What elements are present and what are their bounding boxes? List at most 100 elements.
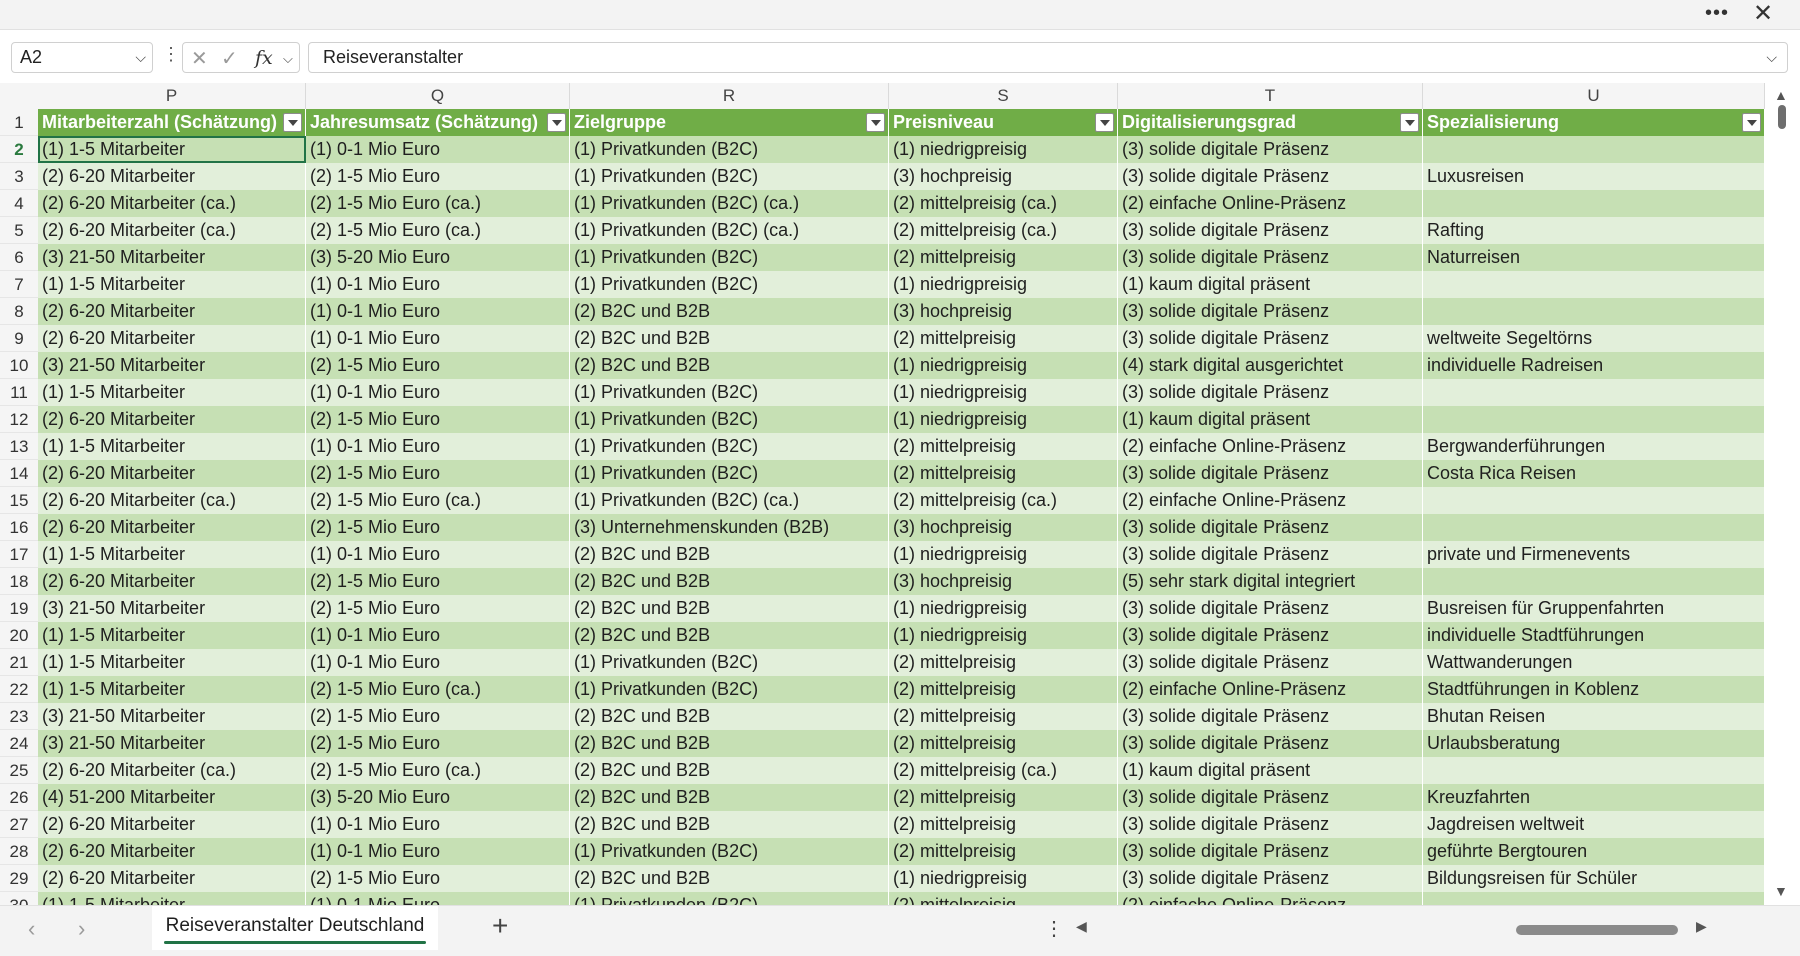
- table-cell[interactable]: [1423, 568, 1765, 595]
- table-cell[interactable]: (3) 5-20 Mio Euro: [306, 244, 570, 271]
- close-icon[interactable]: ✕: [1748, 2, 1778, 26]
- table-cell[interactable]: private und Firmenevents: [1423, 541, 1765, 568]
- vertical-dots-icon[interactable]: ⋮: [1044, 916, 1064, 941]
- table-cell[interactable]: (2) 6-20 Mitarbeiter: [38, 460, 306, 487]
- scroll-down-icon[interactable]: ▼: [1774, 883, 1788, 899]
- table-cell[interactable]: (2) mittelpreisig (ca.): [889, 757, 1118, 784]
- table-cell[interactable]: (2) 6-20 Mitarbeiter: [38, 568, 306, 595]
- table-cell[interactable]: (1) Privatkunden (B2C) (ca.): [570, 190, 889, 217]
- more-options-icon[interactable]: •••: [1702, 2, 1732, 26]
- table-cell[interactable]: (3) solide digitale Präsenz: [1118, 784, 1423, 811]
- table-cell[interactable]: (2) B2C und B2B: [570, 352, 889, 379]
- table-cell[interactable]: (1) niedrigpreisig: [889, 595, 1118, 622]
- table-cell[interactable]: (3) 21-50 Mitarbeiter: [38, 595, 306, 622]
- table-cell[interactable]: (2) 1-5 Mio Euro: [306, 730, 570, 757]
- table-cell[interactable]: (3) solide digitale Präsenz: [1118, 298, 1423, 325]
- table-cell[interactable]: (1) 0-1 Mio Euro: [306, 811, 570, 838]
- table-cell[interactable]: (3) solide digitale Präsenz: [1118, 865, 1423, 892]
- table-cell[interactable]: geführte Bergtouren: [1423, 838, 1765, 865]
- sheet-tab[interactable]: Reiseveranstalter Deutschland: [152, 906, 438, 950]
- expand-formula-icon[interactable]: ⌵: [1766, 43, 1777, 72]
- table-cell[interactable]: (2) 6-20 Mitarbeiter: [38, 298, 306, 325]
- row-header[interactable]: 10: [0, 352, 38, 379]
- table-cell[interactable]: (3) 5-20 Mio Euro: [306, 784, 570, 811]
- table-cell[interactable]: (2) 1-5 Mio Euro (ca.): [306, 676, 570, 703]
- table-cell[interactable]: (2) einfache Online-Präsenz: [1118, 190, 1423, 217]
- filter-dropdown-icon[interactable]: [283, 113, 302, 132]
- table-cell[interactable]: (2) 6-20 Mitarbeiter: [38, 325, 306, 352]
- table-cell[interactable]: (3) solide digitale Präsenz: [1118, 163, 1423, 190]
- table-cell[interactable]: (3) solide digitale Präsenz: [1118, 460, 1423, 487]
- table-cell[interactable]: (2) B2C und B2B: [570, 703, 889, 730]
- row-header[interactable]: 21: [0, 649, 38, 676]
- table-cell[interactable]: (2) B2C und B2B: [570, 325, 889, 352]
- table-cell[interactable]: (1) Privatkunden (B2C): [570, 379, 889, 406]
- table-cell[interactable]: (1) niedrigpreisig: [889, 352, 1118, 379]
- table-cell[interactable]: (2) mittelpreisig: [889, 730, 1118, 757]
- chevron-down-icon[interactable]: ⌵: [283, 51, 293, 67]
- table-cell[interactable]: (2) 6-20 Mitarbeiter: [38, 514, 306, 541]
- table-cell[interactable]: (2) 1-5 Mio Euro: [306, 352, 570, 379]
- table-cell[interactable]: (3) hochpreisig: [889, 514, 1118, 541]
- row-header[interactable]: 24: [0, 730, 38, 757]
- row-header[interactable]: 20: [0, 622, 38, 649]
- row-header[interactable]: 8: [0, 298, 38, 325]
- row-header[interactable]: 23: [0, 703, 38, 730]
- table-cell[interactable]: (2) 1-5 Mio Euro: [306, 460, 570, 487]
- scroll-left-icon[interactable]: ◀: [1076, 918, 1087, 935]
- table-cell[interactable]: (1) Privatkunden (B2C): [570, 406, 889, 433]
- table-cell[interactable]: (1) Privatkunden (B2C): [570, 244, 889, 271]
- table-cell[interactable]: (2) 1-5 Mio Euro: [306, 595, 570, 622]
- table-cell[interactable]: (3) solide digitale Präsenz: [1118, 541, 1423, 568]
- table-cell[interactable]: (3) solide digitale Präsenz: [1118, 811, 1423, 838]
- table-cell[interactable]: (3) Unternehmenskunden (B2B): [570, 514, 889, 541]
- cancel-icon[interactable]: ✕: [191, 46, 208, 71]
- table-cell[interactable]: (3) solide digitale Präsenz: [1118, 703, 1423, 730]
- select-all-corner[interactable]: [0, 83, 38, 109]
- column-header-u[interactable]: U: [1423, 83, 1765, 109]
- table-cell[interactable]: (3) solide digitale Präsenz: [1118, 649, 1423, 676]
- table-cell[interactable]: (2) mittelpreisig (ca.): [889, 487, 1118, 514]
- table-cell[interactable]: [1423, 757, 1765, 784]
- table-cell[interactable]: (1) 0-1 Mio Euro: [306, 838, 570, 865]
- filter-dropdown-icon[interactable]: [1742, 113, 1761, 132]
- row-header[interactable]: 28: [0, 838, 38, 865]
- table-cell[interactable]: (2) 1-5 Mio Euro (ca.): [306, 217, 570, 244]
- table-cell[interactable]: (2) 6-20 Mitarbeiter: [38, 811, 306, 838]
- check-icon[interactable]: ✓: [221, 46, 238, 71]
- table-cell[interactable]: (3) solide digitale Präsenz: [1118, 217, 1423, 244]
- row-header[interactable]: 7: [0, 271, 38, 298]
- table-cell[interactable]: Bergwanderführungen: [1423, 433, 1765, 460]
- table-cell[interactable]: (1) niedrigpreisig: [889, 136, 1118, 163]
- scroll-up-icon[interactable]: ▲: [1774, 87, 1788, 103]
- table-cell[interactable]: (2) 1-5 Mio Euro: [306, 568, 570, 595]
- table-header-cell[interactable]: Mitarbeiterzahl (Schätzung): [38, 109, 306, 136]
- table-cell[interactable]: (3) solide digitale Präsenz: [1118, 730, 1423, 757]
- add-sheet-icon[interactable]: +: [492, 910, 508, 942]
- table-cell[interactable]: (2) B2C und B2B: [570, 865, 889, 892]
- row-header[interactable]: 9: [0, 325, 38, 352]
- table-cell[interactable]: (1) niedrigpreisig: [889, 865, 1118, 892]
- table-cell[interactable]: (1) Privatkunden (B2C): [570, 271, 889, 298]
- table-cell[interactable]: (1) kaum digital präsent: [1118, 406, 1423, 433]
- formula-input[interactable]: Reiseveranstalter ⌵: [308, 42, 1788, 73]
- table-cell[interactable]: (2) 1-5 Mio Euro (ca.): [306, 487, 570, 514]
- table-cell[interactable]: (1) niedrigpreisig: [889, 271, 1118, 298]
- function-icon[interactable]: fx: [255, 47, 273, 69]
- row-header[interactable]: 1: [0, 109, 38, 136]
- table-cell[interactable]: (1) niedrigpreisig: [889, 406, 1118, 433]
- table-cell[interactable]: (3) solide digitale Präsenz: [1118, 622, 1423, 649]
- table-cell[interactable]: (2) mittelpreisig: [889, 433, 1118, 460]
- row-header[interactable]: 16: [0, 514, 38, 541]
- table-cell[interactable]: (1) Privatkunden (B2C): [570, 433, 889, 460]
- table-cell[interactable]: [1423, 136, 1765, 163]
- table-cell[interactable]: (2) 6-20 Mitarbeiter (ca.): [38, 487, 306, 514]
- row-header[interactable]: 5: [0, 217, 38, 244]
- table-cell[interactable]: (1) 0-1 Mio Euro: [306, 379, 570, 406]
- table-cell[interactable]: (1) niedrigpreisig: [889, 541, 1118, 568]
- table-cell[interactable]: (1) Privatkunden (B2C): [570, 838, 889, 865]
- table-cell[interactable]: [1423, 298, 1765, 325]
- table-cell[interactable]: (2) mittelpreisig: [889, 703, 1118, 730]
- row-header[interactable]: 27: [0, 811, 38, 838]
- scroll-thumb[interactable]: [1778, 105, 1786, 129]
